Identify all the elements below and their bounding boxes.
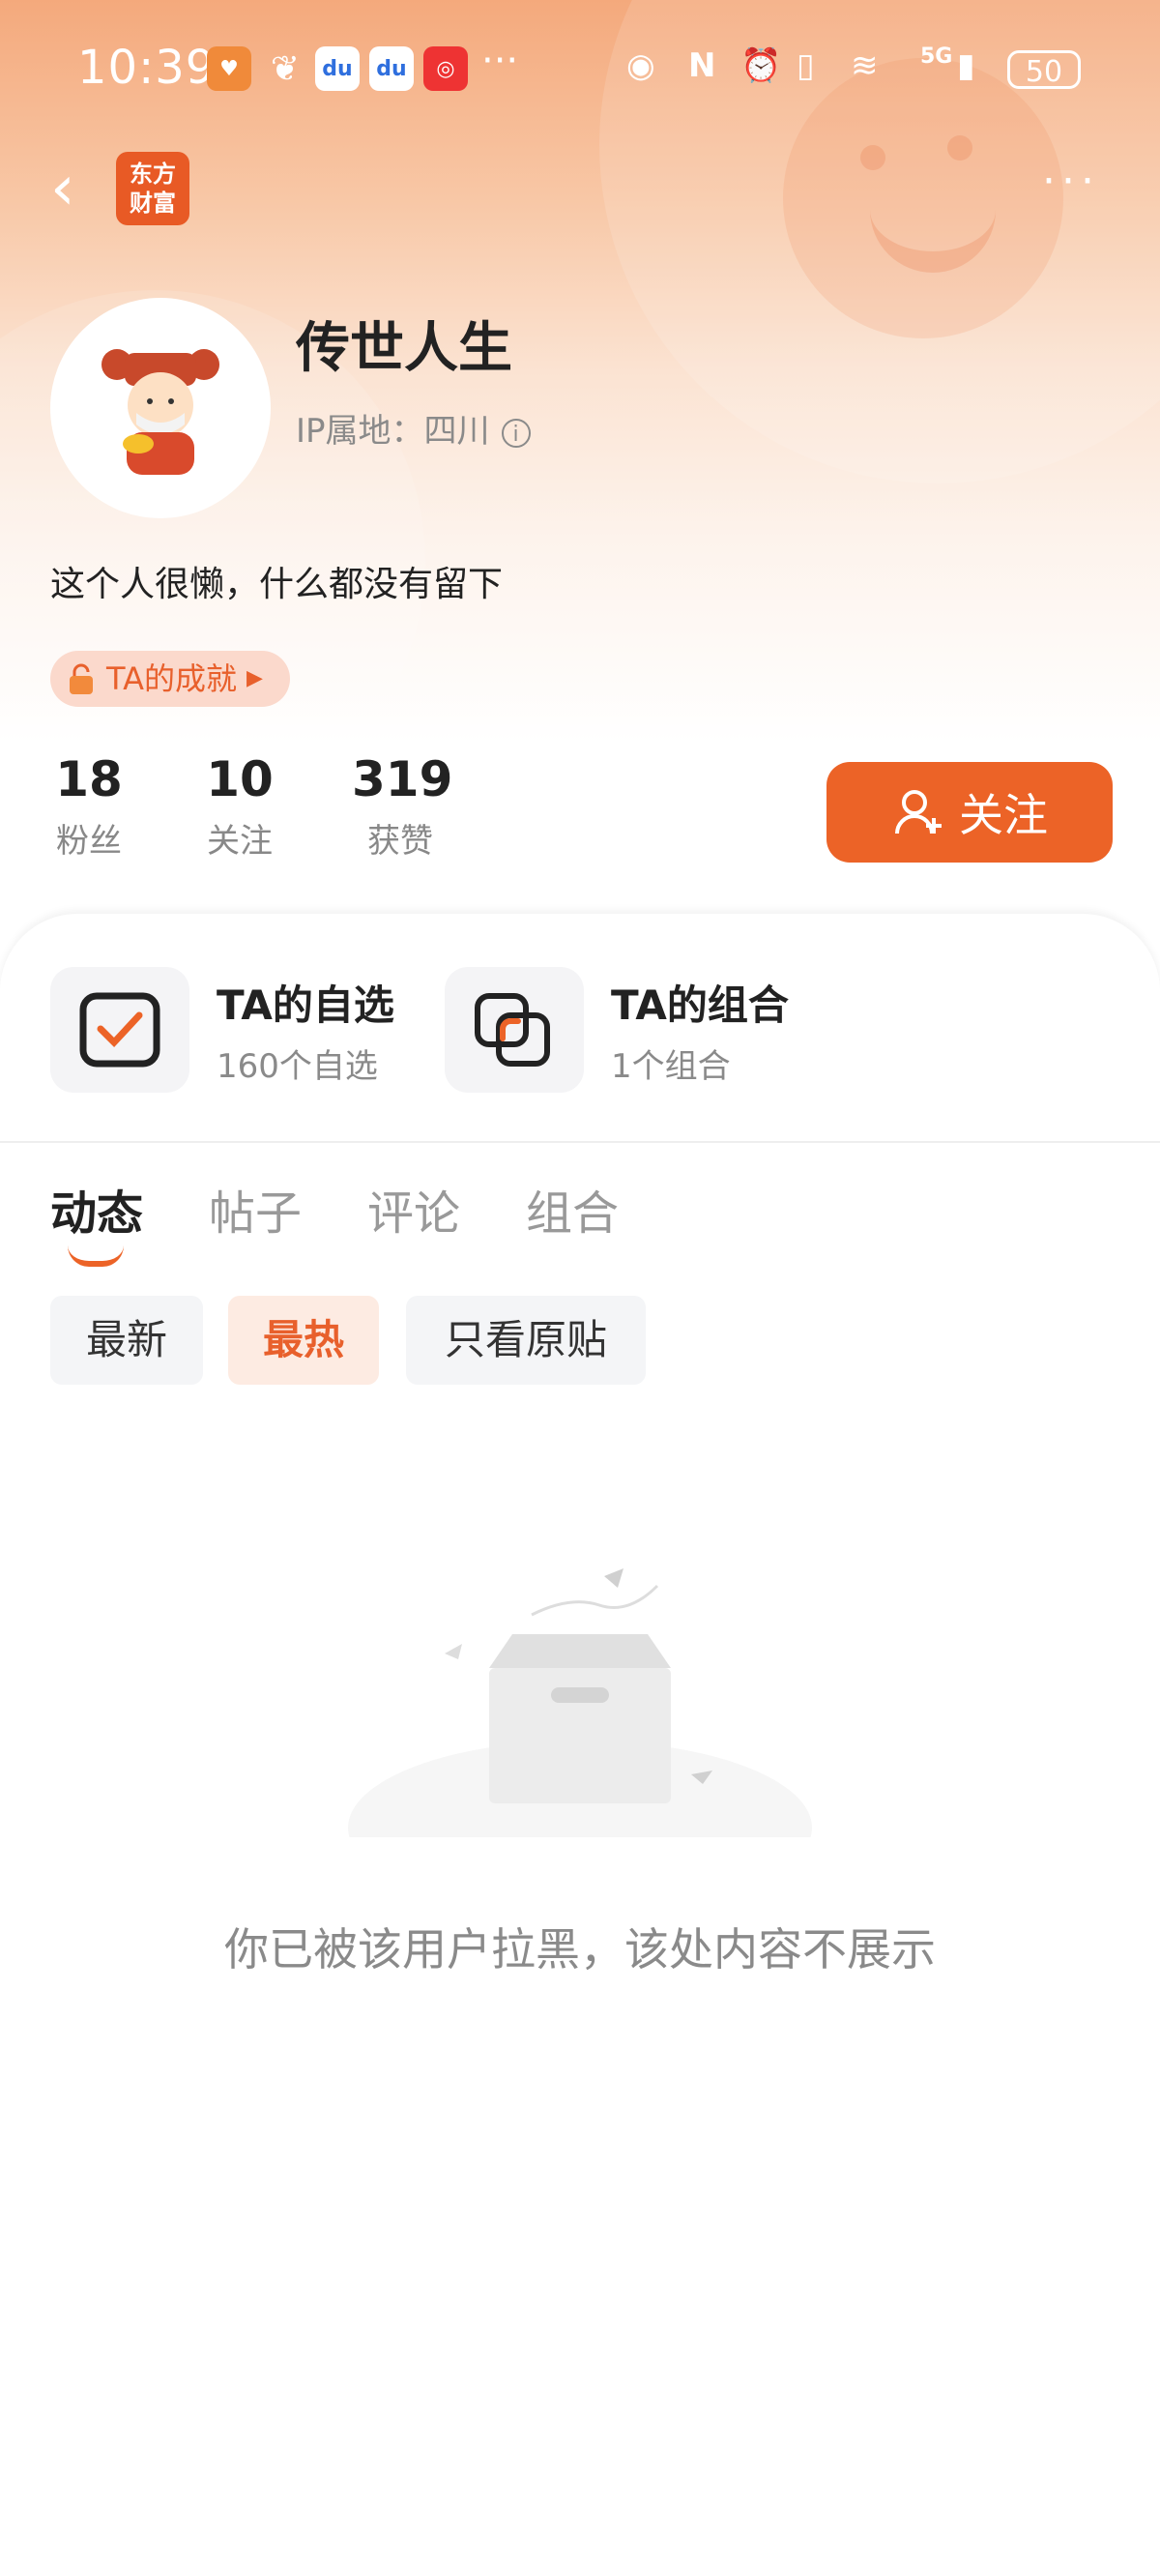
feather-app-icon: ❦ [270,48,301,89]
nfc-icon: N [688,46,716,85]
wifi-icon: ≋ [851,46,879,85]
portfolio-count: 1个组合 [611,1047,731,1086]
app-logo: 东方 财富 [116,152,189,225]
divider [0,1141,1160,1143]
follow-label: 关注 [959,789,1048,841]
vibrate-icon: ▯ [797,46,815,85]
empty-state-message: 你已被该用户拉黑，该处内容不展示 [224,1923,936,1976]
baidu-app-icon: du [315,46,360,91]
watchlist-title: TA的自选 [217,981,394,1029]
watchlist-count: 160个自选 [217,1047,378,1086]
watchlist-entry[interactable]: TA的自选 160个自选 [50,967,394,1093]
tab-comments[interactable]: 评论 [367,1175,460,1243]
back-icon[interactable]: ‹ [50,155,99,222]
signal-icon: ▮ [957,46,975,85]
achievement-button[interactable]: TA的成就 ▶ [50,651,290,707]
baidu-app-icon: du [369,46,414,91]
play-arrow-icon: ▶ [246,666,263,690]
avatar[interactable] [50,298,271,518]
stat-label: 获赞 [367,822,433,861]
achievement-label: TA的成就 [106,660,237,697]
portfolio-icon [445,967,584,1093]
filter-hottest[interactable]: 最热 [228,1296,379,1385]
user-bio: 这个人很懒，什么都没有留下 [50,565,504,604]
info-icon[interactable]: i [501,418,531,448]
battery-indicator: 50 [1007,50,1081,89]
avatar-image [102,349,219,475]
tab-activity[interactable]: 动态 [50,1175,143,1243]
empty-box-illustration [348,1568,812,1837]
username: 传世人生 [296,317,512,380]
logo-text: 东方 财富 [130,161,176,217]
ip-location-text: IP属地：四川 [296,412,490,451]
heart-app-icon: ♥ [207,46,251,91]
status-time: 10:39 [77,41,217,95]
stat-label: 粉丝 [56,822,122,861]
more-notifications-icon: ··· [481,39,519,83]
filter-latest[interactable]: 最新 [50,1296,203,1385]
stat-value: 18 [55,751,123,807]
eye-icon: ◉ [626,46,655,85]
news-app-icon: ◎ [423,46,468,91]
portfolio-entry[interactable]: TA的组合 1个组合 [445,967,789,1093]
status-bar: 10:39 ♥ ❦ du du ◎ ··· ◉ N ⏰ ▯ ≋ 5G ▮ 50 [0,0,1160,140]
follow-button[interactable]: 关注 [826,762,1113,863]
stat-fans[interactable]: 18 粉丝 [50,752,128,862]
tab-posts[interactable]: 帖子 [209,1175,302,1243]
stat-value: 319 [352,751,453,807]
add-user-icon [895,790,942,834]
filter-original-only[interactable]: 只看原贴 [406,1296,646,1385]
more-options-icon[interactable]: ··· [1042,161,1104,211]
tab-portfolios[interactable]: 组合 [526,1175,619,1243]
ip-location: IP属地：四川 i [296,404,531,452]
stat-label: 关注 [207,822,273,861]
watchlist-icon [50,967,189,1093]
portfolio-title: TA的组合 [611,981,789,1029]
network-type-label: 5G [920,44,953,69]
stat-likes[interactable]: 319 获赞 [352,751,453,862]
stat-value: 10 [206,751,274,807]
stat-following[interactable]: 10 关注 [201,752,278,862]
alarm-icon: ⏰ [740,46,782,85]
lock-icon [70,663,93,694]
